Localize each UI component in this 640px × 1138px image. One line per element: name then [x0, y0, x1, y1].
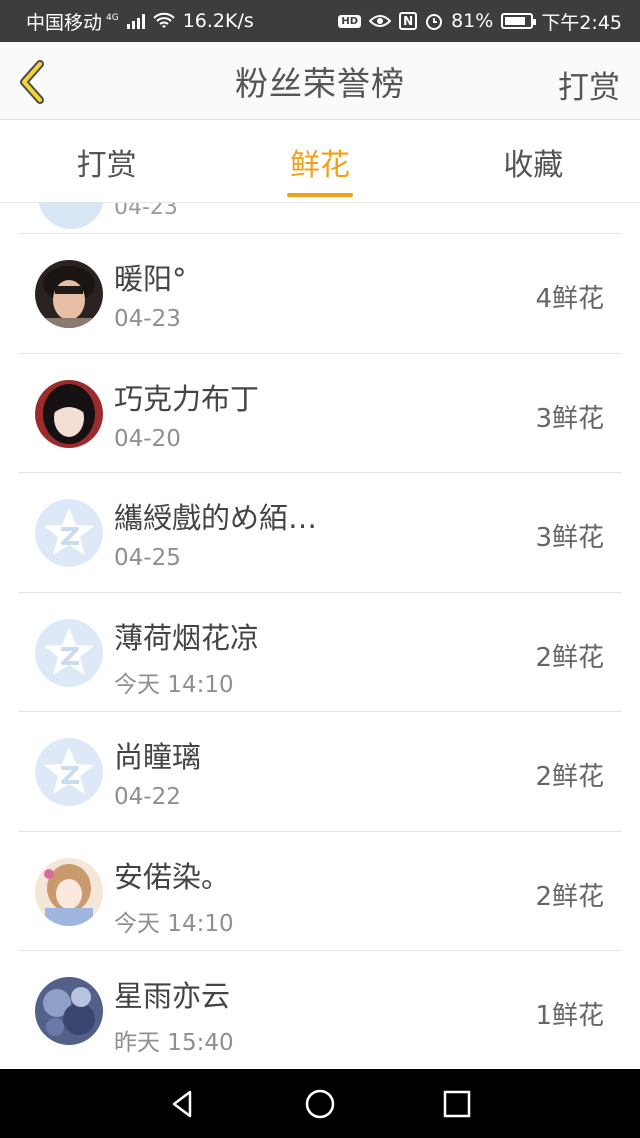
navigation-bar [0, 1069, 640, 1138]
tab-bar: 打赏 鲜花 收藏 [0, 121, 640, 203]
avatar[interactable] [35, 977, 103, 1045]
item-name: 星雨亦云 [114, 979, 231, 1013]
reward-button[interactable]: 打赏 [558, 62, 620, 107]
alarm-icon [426, 14, 443, 30]
nav-home-button[interactable] [300, 1084, 340, 1124]
tab-flowers[interactable]: 鲜花 [213, 121, 426, 202]
triangle-back-icon [173, 1090, 192, 1117]
hd-icon: HD [338, 14, 362, 28]
flower-count: 4鲜花 [535, 284, 604, 314]
item-date: 04-25 [114, 545, 181, 571]
item-date: 04-23 [114, 203, 178, 220]
item-date: 今天 14:10 [114, 671, 234, 698]
status-right: HD N 81% 下午2:45 [338, 8, 622, 35]
circle-home-icon [305, 1089, 335, 1118]
net-speed: 16.2K/s [182, 10, 254, 32]
avatar[interactable] [35, 857, 103, 926]
network-type: 4G [106, 12, 119, 23]
flower-count: 2鲜花 [535, 762, 604, 792]
list-item[interactable]: 安偌染。今天 14:10 2鲜花 [18, 832, 622, 951]
avatar [38, 203, 104, 229]
fan-list: 04-23 暖阳° 04-23 4鲜花 巧克力布丁 04-20 3鲜花 纗綬戲的め絔… 04-… [18, 203, 622, 1069]
signal-icon [126, 13, 145, 29]
item-name: 纗綬戲的め絔… [114, 501, 318, 535]
carrier-label: 中国移动 [26, 11, 103, 34]
item-name: 巧克力布丁 [114, 381, 260, 416]
battery-icon [501, 13, 537, 29]
chevron-left-icon [20, 60, 44, 104]
flower-count: 3鲜花 [535, 523, 604, 553]
clock: 下午2:45 [541, 11, 622, 34]
title-bar: 粉丝荣誉榜 打赏 [0, 42, 640, 120]
item-date: 04-22 [114, 784, 181, 810]
list-item[interactable]: 尚瞳璃 04-22 2鲜花 [18, 712, 622, 832]
flower-count: 3鲜花 [535, 403, 604, 434]
item-date: 04-23 [114, 306, 181, 332]
avatar[interactable] [35, 499, 103, 567]
status-bar: 中国移动 4G 16.2K/s HD N 81% 下午2:45 [0, 0, 640, 42]
item-date: 04-20 [114, 425, 181, 452]
list-item-partial[interactable]: 04-23 [18, 203, 622, 234]
battery-percent: 81% [451, 10, 494, 32]
back-button[interactable] [14, 58, 54, 106]
list-item[interactable]: 巧克力布丁 04-20 3鲜花 [18, 354, 622, 473]
flower-count: 1鲜花 [535, 1001, 604, 1031]
avatar[interactable] [35, 738, 103, 806]
avatar[interactable] [35, 260, 103, 328]
item-name: 薄荷烟花凉 [114, 620, 260, 655]
item-date: 昨天 15:40 [114, 1030, 234, 1056]
square-recents-icon [443, 1090, 470, 1117]
list-item[interactable]: 星雨亦云昨天 15:40 1鲜花 [18, 951, 622, 1069]
flower-count: 2鲜花 [535, 881, 604, 912]
status-left: 中国移动 4G 16.2K/s [26, 8, 254, 35]
wifi-icon [153, 12, 175, 28]
list-item[interactable]: 薄荷烟花凉今天 14:10 2鲜花 [18, 593, 622, 712]
tab-reward[interactable]: 打赏 [0, 121, 213, 202]
item-date: 今天 14:10 [114, 910, 234, 937]
list-item[interactable]: 纗綬戲的め絔… 04-25 3鲜花 [18, 473, 622, 593]
nav-back-button[interactable] [163, 1084, 203, 1124]
list-item[interactable]: 暖阳° 04-23 4鲜花 [18, 234, 622, 354]
nav-recents-button[interactable] [437, 1084, 477, 1124]
eye-icon [369, 15, 392, 27]
tab-favorites[interactable]: 收藏 [427, 121, 640, 202]
avatar[interactable] [35, 618, 103, 687]
flower-count: 2鲜花 [535, 642, 604, 673]
item-name: 尚瞳璃 [114, 740, 202, 774]
nfc-icon: N [399, 12, 418, 30]
item-name: 暖阳° [114, 262, 187, 296]
item-name: 安偌染。 [114, 859, 231, 894]
page-title: 粉丝荣誉榜 [235, 63, 405, 103]
avatar[interactable] [35, 379, 103, 448]
